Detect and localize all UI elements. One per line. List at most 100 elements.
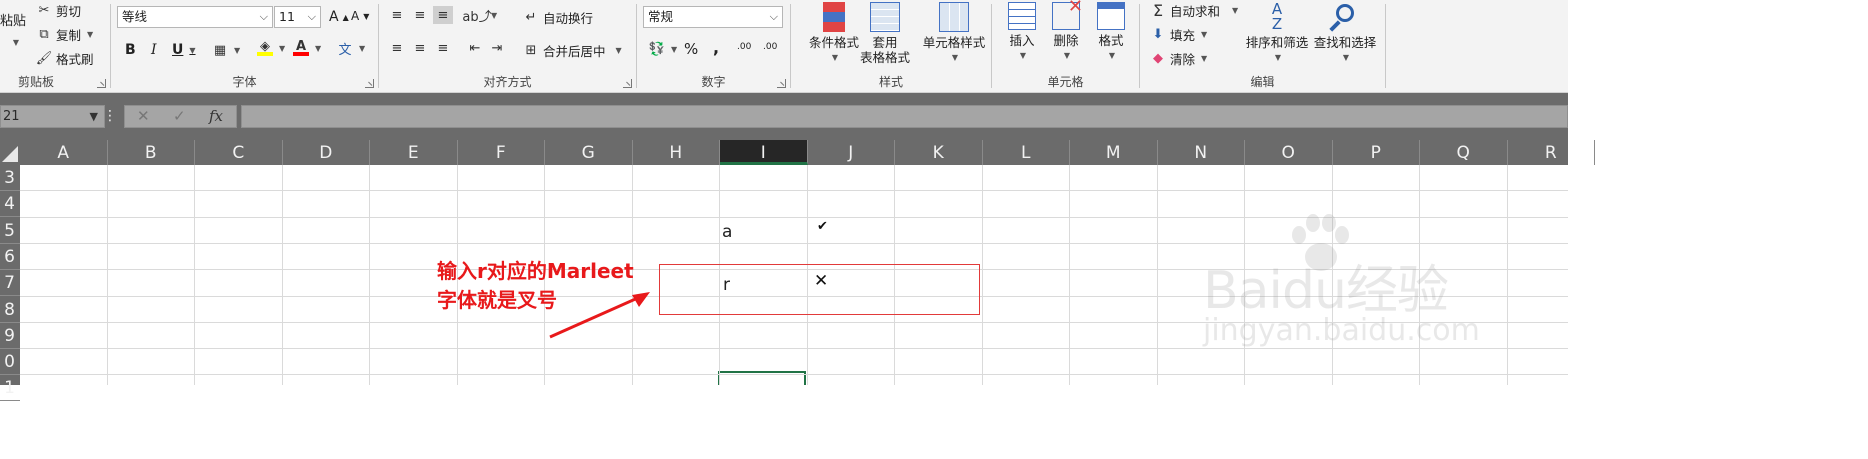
chevron-down-icon[interactable]: ▼ bbox=[1064, 48, 1070, 63]
chevron-down-icon[interactable]: ▼ bbox=[1275, 50, 1281, 65]
insert-button[interactable]: 插入 ▼ bbox=[1002, 2, 1042, 63]
column-header-C[interactable]: C bbox=[195, 140, 283, 165]
column-header-G[interactable]: G bbox=[545, 140, 633, 165]
column-header-B[interactable]: B bbox=[108, 140, 195, 165]
chevron-down-icon[interactable]: ▼ bbox=[279, 44, 285, 53]
font-size-combo[interactable]: 11 ⌵ bbox=[274, 6, 321, 28]
column-header-D[interactable]: D bbox=[283, 140, 370, 165]
row-header-9[interactable]: 9 bbox=[0, 323, 20, 349]
row-header-3[interactable]: 3 bbox=[0, 165, 20, 191]
column-header-L[interactable]: L bbox=[983, 140, 1070, 165]
chevron-down-icon[interactable]: ▼ bbox=[671, 45, 677, 54]
find-select-button[interactable]: 查找和选择 ▼ bbox=[1312, 2, 1378, 65]
column-header-H[interactable]: H bbox=[633, 140, 720, 165]
decrease-decimal-button[interactable]: .00 bbox=[763, 42, 777, 52]
format-as-table-button[interactable]: 套用 表格格式 bbox=[855, 2, 915, 65]
column-header-N[interactable]: N bbox=[1158, 140, 1245, 165]
fill-color-button[interactable]: ◈ ▼ bbox=[257, 39, 285, 56]
row-header-1[interactable]: 1 bbox=[0, 375, 20, 402]
cell-styles-button[interactable]: 单元格样式 ▼ bbox=[917, 2, 991, 65]
format-painter-button[interactable]: 🖌 格式刷 bbox=[36, 49, 94, 68]
chevron-down-icon[interactable]: ▼ bbox=[952, 50, 958, 65]
decrease-font-button[interactable]: A ▼ bbox=[351, 9, 369, 23]
chevron-down-icon[interactable]: ▼ bbox=[234, 46, 240, 55]
cell-J5-checkmark-icon[interactable]: ✔ bbox=[817, 219, 828, 234]
chevron-down-icon[interactable]: ▼ bbox=[90, 106, 98, 127]
chevron-down-icon[interactable]: ▼ bbox=[616, 46, 622, 55]
font-color-button[interactable]: A ▼ bbox=[293, 39, 321, 56]
active-cell-cursor[interactable] bbox=[718, 371, 806, 385]
column-header-F[interactable]: F bbox=[458, 140, 545, 165]
formula-input[interactable] bbox=[241, 105, 1568, 128]
column-header-R[interactable]: R bbox=[1508, 140, 1595, 165]
column-header-E[interactable]: E bbox=[370, 140, 458, 165]
column-header-Q[interactable]: Q bbox=[1420, 140, 1508, 165]
autosum-button[interactable]: Σ 自动求和 ▼ bbox=[1150, 1, 1238, 20]
paste-button[interactable]: 粘贴 ▼ bbox=[0, 14, 30, 50]
comma-button[interactable]: , bbox=[713, 38, 719, 57]
paste-dropdown-icon[interactable]: ▼ bbox=[13, 35, 19, 50]
number-format-combo[interactable]: 常规 ⌵ bbox=[643, 6, 783, 28]
chevron-down-icon[interactable]: ▼ bbox=[832, 50, 838, 65]
chevron-down-icon[interactable]: ▼ bbox=[491, 11, 497, 20]
column-header-O[interactable]: O bbox=[1245, 140, 1333, 165]
copy-button[interactable]: ⧉ 复制 ▼ bbox=[36, 25, 93, 44]
column-header-J[interactable]: J bbox=[808, 140, 895, 165]
fx-icon[interactable]: fx bbox=[209, 107, 223, 125]
bold-button[interactable]: B bbox=[125, 42, 136, 58]
orientation-button[interactable]: ab⤴ ▼ bbox=[462, 7, 497, 25]
row-header-5[interactable]: 5 bbox=[0, 218, 20, 244]
cancel-icon[interactable]: ✕ bbox=[137, 107, 150, 125]
chevron-down-icon[interactable]: ▼ bbox=[359, 44, 365, 53]
chevron-down-icon[interactable]: ▼ bbox=[1232, 6, 1238, 15]
wrap-text-button[interactable]: ↵ 自动换行 bbox=[523, 8, 593, 27]
merge-center-button[interactable]: ⊞ 合并后居中 ▼ bbox=[523, 41, 622, 60]
row-header-0[interactable]: 0 bbox=[0, 349, 20, 376]
select-all-icon[interactable] bbox=[0, 140, 20, 165]
percent-button[interactable]: % bbox=[684, 40, 698, 58]
increase-indent-button[interactable]: ⇥ bbox=[489, 40, 505, 56]
italic-button[interactable]: I bbox=[151, 42, 157, 58]
clear-button[interactable]: ◆ 清除 ▼ bbox=[1150, 49, 1207, 68]
chevron-down-icon[interactable]: ▼ bbox=[1109, 48, 1115, 63]
row-header-4[interactable]: 4 bbox=[0, 191, 20, 218]
font-launcher-icon[interactable] bbox=[365, 79, 374, 88]
row-header-6[interactable]: 6 bbox=[0, 244, 20, 270]
chevron-down-icon[interactable]: ▼ bbox=[1020, 48, 1026, 63]
chevron-down-icon[interactable]: ▼ bbox=[315, 44, 321, 53]
alignment-launcher-icon[interactable] bbox=[623, 79, 632, 88]
delete-button[interactable]: ✕ 删除 ▼ bbox=[1046, 0, 1086, 63]
enter-icon[interactable]: ✓ bbox=[173, 107, 186, 125]
clipboard-launcher-icon[interactable] bbox=[97, 79, 106, 88]
sort-filter-button[interactable]: AZ 排序和筛选 ▼ bbox=[1244, 2, 1310, 65]
decrease-indent-button[interactable]: ⇤ bbox=[467, 40, 483, 56]
align-bottom-button[interactable]: ≡ bbox=[433, 6, 453, 24]
row-header-8[interactable]: 8 bbox=[0, 297, 20, 323]
accounting-button[interactable]: 💱 ▼ bbox=[649, 41, 677, 57]
formula-bar-splitter-icon[interactable]: ⋮ bbox=[103, 106, 117, 128]
increase-decimal-button[interactable]: .00 bbox=[737, 42, 751, 52]
row-header-7[interactable]: 7 bbox=[0, 270, 20, 297]
column-header-P[interactable]: P bbox=[1333, 140, 1420, 165]
column-header-K[interactable]: K bbox=[895, 140, 983, 165]
format-cells-button[interactable]: 格式 ▼ bbox=[1091, 2, 1131, 63]
align-center-button[interactable]: ≡ bbox=[412, 40, 428, 56]
number-launcher-icon[interactable] bbox=[777, 79, 786, 88]
name-box[interactable]: 21 ▼ bbox=[0, 105, 105, 128]
column-header-A[interactable]: A bbox=[20, 140, 108, 165]
column-header-I[interactable]: I bbox=[720, 140, 808, 165]
underline-button[interactable]: U ▼ bbox=[172, 42, 196, 58]
copy-dropdown-icon[interactable]: ▼ bbox=[87, 30, 93, 39]
phonetic-button[interactable]: 文 ▼ bbox=[337, 40, 365, 58]
chevron-down-icon[interactable]: ▼ bbox=[1201, 54, 1207, 63]
font-name-combo[interactable]: 等线 ⌵ bbox=[117, 6, 273, 28]
align-middle-button[interactable]: ≡ bbox=[412, 7, 428, 23]
chevron-down-icon[interactable]: ▼ bbox=[1201, 30, 1207, 39]
column-header-M[interactable]: M bbox=[1070, 140, 1158, 165]
cell-I5[interactable]: a bbox=[722, 222, 732, 242]
cut-button[interactable]: ✂ 剪切 bbox=[36, 1, 81, 20]
chevron-down-icon[interactable]: ▼ bbox=[1343, 50, 1349, 65]
increase-font-button[interactable]: A ▲ bbox=[329, 9, 349, 25]
fill-button[interactable]: ⬇ 填充 ▼ bbox=[1150, 25, 1208, 44]
align-left-button[interactable]: ≡ bbox=[389, 40, 405, 56]
